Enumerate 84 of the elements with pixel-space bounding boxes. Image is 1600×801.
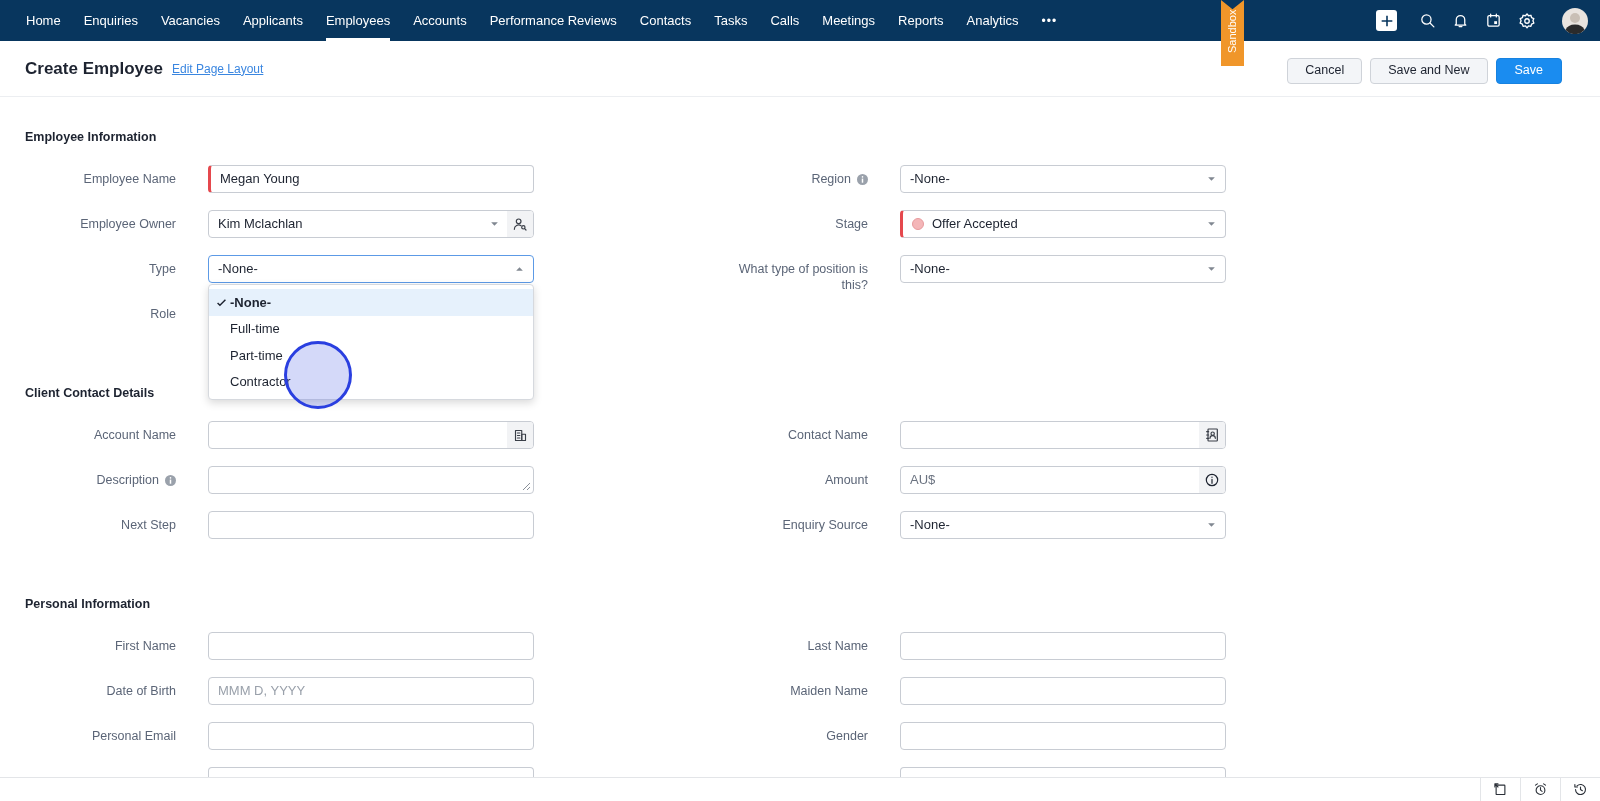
text-field[interactable] — [208, 511, 534, 539]
nav-tab[interactable]: Meetings — [822, 0, 876, 41]
field-label: Region — [811, 171, 851, 187]
lookup-button[interactable] — [507, 211, 533, 237]
field-label: First Name — [114, 638, 176, 654]
field-label: Amount — [824, 472, 868, 488]
field-label: Employee Owner — [80, 216, 176, 232]
text-field[interactable]: Megan Young — [208, 165, 534, 193]
field-label: Stage — [835, 216, 868, 232]
edit-layout-link[interactable]: Edit Page Layout — [171, 59, 264, 78]
dropdown-option[interactable]: Full-time — [209, 315, 533, 342]
building-icon — [512, 427, 528, 443]
dropdown-option[interactable]: Part-time — [209, 342, 533, 369]
nav-tab[interactable]: Accounts — [413, 0, 467, 41]
contact-card-icon — [1204, 427, 1220, 443]
dropdown-field[interactable]: -None- — [900, 255, 1226, 283]
check-icon — [216, 297, 227, 308]
nav-tab[interactable]: Reports — [898, 0, 944, 41]
more-menu[interactable]: ••• — [1041, 11, 1058, 30]
nav-tab[interactable]: Enquiries — [83, 0, 138, 41]
nav-tab[interactable]: Analytics — [966, 0, 1019, 41]
field-label: Personal Email — [91, 728, 176, 744]
dropdown-option[interactable]: -None- — [209, 289, 533, 316]
calendar-icon[interactable] — [1485, 12, 1502, 29]
text-field[interactable] — [208, 722, 534, 750]
section-heading: Client Contact Details — [25, 385, 156, 401]
field-label: Last Name — [807, 638, 868, 654]
sandbox-ribbon: Sandbox — [1221, 0, 1244, 66]
lookup-field[interactable]: Kim Mclachlan — [208, 210, 534, 238]
dropdown-field[interactable]: Offer Accepted — [900, 210, 1226, 238]
section-heading: Employee Information — [25, 129, 158, 145]
field-label: Contact Name — [788, 427, 868, 443]
caret-down-icon — [1207, 266, 1216, 272]
field-label: Next Step — [121, 517, 176, 533]
secondary-button[interactable]: Cancel — [1287, 57, 1363, 84]
text-field[interactable] — [900, 677, 1226, 705]
field-label: Description — [96, 472, 159, 488]
caret-down-icon — [1207, 522, 1216, 528]
caret-down-icon — [490, 221, 499, 227]
field-label: Type — [148, 261, 176, 277]
field-label: Maiden Name — [790, 683, 868, 699]
field-label: Enquiry Source — [782, 517, 868, 533]
text-field[interactable] — [900, 632, 1226, 660]
nav-tab[interactable]: Performance Reviews — [489, 0, 617, 41]
section-heading: Personal Information — [25, 596, 152, 612]
lookup-button[interactable] — [1199, 467, 1225, 493]
dropdown-field[interactable]: -None- — [900, 165, 1226, 193]
lookup-button[interactable] — [1199, 422, 1225, 448]
caret-down-icon — [1207, 221, 1216, 227]
info-icon — [1204, 472, 1220, 488]
text-field[interactable] — [208, 632, 534, 660]
resize-grip-icon — [521, 481, 531, 491]
nav-tab[interactable]: Home — [26, 0, 61, 41]
user-search-icon — [512, 216, 528, 232]
field-label: Date of Birth — [106, 683, 176, 699]
nav-tab[interactable]: Applicants — [242, 0, 303, 41]
lookup-field[interactable] — [900, 421, 1226, 449]
field-label: What type of position is this? — [737, 261, 868, 293]
field-label: Account Name — [94, 427, 176, 443]
page-title: Create Employee — [25, 57, 163, 80]
lookup-button[interactable] — [507, 422, 533, 448]
caret-down-icon — [1207, 176, 1216, 182]
field-label: Employee Name — [83, 171, 176, 187]
text-field[interactable] — [900, 722, 1226, 750]
nav-tab[interactable]: Contacts — [639, 0, 692, 41]
avatar[interactable] — [1562, 7, 1588, 34]
settings-icon[interactable] — [1518, 11, 1536, 30]
search-icon[interactable] — [1419, 12, 1436, 29]
lookup-field[interactable] — [208, 421, 534, 449]
dropdown-field[interactable]: -None- — [900, 511, 1226, 539]
alarm-clock-icon — [1533, 782, 1548, 797]
history-icon — [1573, 782, 1588, 797]
field-label: Role — [150, 306, 176, 322]
add-button[interactable] — [1376, 10, 1397, 31]
field-label: Gender — [826, 728, 868, 744]
bell-icon[interactable] — [1452, 12, 1469, 29]
caret-up-icon — [515, 266, 524, 272]
nav-tab[interactable]: Vacancies — [160, 0, 220, 41]
currency-field[interactable]: AU$ — [900, 466, 1226, 494]
nav-tab[interactable]: Calls — [770, 0, 800, 41]
nav-tab[interactable]: Employees — [325, 0, 391, 41]
note-icon — [1493, 782, 1508, 797]
secondary-button[interactable]: Save and New — [1370, 57, 1488, 84]
nav-tab[interactable]: Tasks — [714, 0, 748, 41]
